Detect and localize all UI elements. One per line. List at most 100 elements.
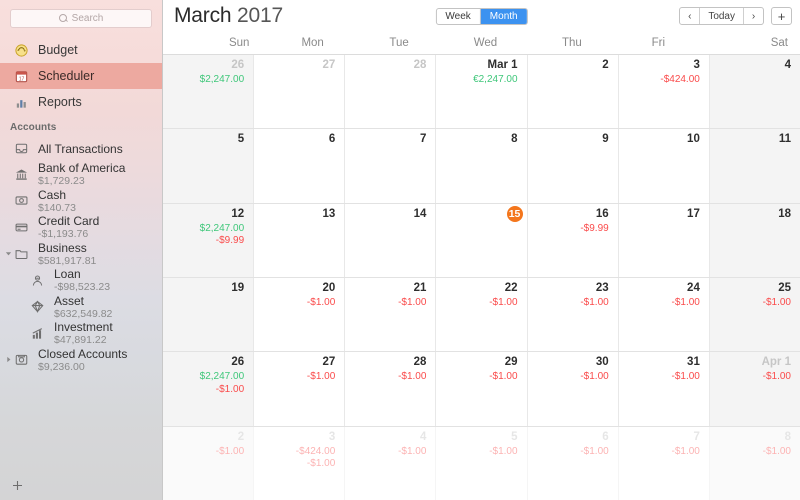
calendar-day-cell[interactable]: 18: [709, 203, 800, 277]
calendar-day-cell[interactable]: 7 -$1.00: [618, 426, 710, 500]
diamond-icon: [31, 300, 44, 314]
calendar-day-cell[interactable]: 14: [345, 203, 437, 277]
amount-entry[interactable]: -$1.00: [440, 371, 517, 384]
calendar-day-cell[interactable]: 9: [527, 129, 619, 203]
add-account-button[interactable]: [9, 477, 25, 493]
amount-entry[interactable]: -$1.00: [167, 446, 244, 459]
today-button[interactable]: Today: [699, 8, 744, 24]
amount-entry[interactable]: -$1.00: [349, 297, 426, 310]
calendar-day-cell[interactable]: 27: [254, 55, 346, 129]
amount-entry[interactable]: -$1.00: [532, 446, 608, 459]
calendar-day-cell[interactable]: 12 $2,247.00 -$9.99: [163, 203, 255, 277]
calendar-day-cell[interactable]: 3 -$424.00 -$1.00: [254, 426, 346, 500]
calendar-day-cell[interactable]: 30 -$1.00: [527, 352, 619, 426]
calendar-day-cell[interactable]: 26 $2,247.00: [163, 55, 255, 129]
amount-entry[interactable]: $2,247.00: [167, 371, 245, 384]
view-mode-segmented-control[interactable]: Week Month: [435, 8, 528, 25]
amount-entry[interactable]: -$1.00: [714, 371, 791, 384]
amount-entry[interactable]: -$9.99: [532, 223, 608, 236]
amount-entry[interactable]: -$1.00: [532, 297, 608, 310]
account-item[interactable]: Cash $140.73: [0, 188, 162, 215]
calendar-day-cell[interactable]: 5: [163, 129, 255, 203]
amount-entry[interactable]: -$1.00: [714, 297, 791, 310]
account-item[interactable]: Closed Accounts $9,236.00: [0, 347, 162, 374]
calendar-day-cell[interactable]: 150: [436, 203, 528, 277]
calendar-day-cell[interactable]: 29 -$1.00: [436, 352, 528, 426]
calendar-day-cell[interactable]: 23 -$1.00: [527, 277, 619, 352]
date-navigation-group[interactable]: ‹ Today ›: [679, 7, 764, 25]
day-amounts: -$1.00: [714, 446, 793, 459]
calendar-day-cell[interactable]: 4: [709, 55, 800, 129]
amount-entry[interactable]: -$1.00: [258, 371, 335, 384]
amount-entry[interactable]: -$424.00: [258, 446, 335, 459]
calendar-day-cell[interactable]: 24 -$1.00: [618, 277, 710, 352]
amount-entry[interactable]: $2,247.00: [167, 223, 245, 236]
amount-entry[interactable]: -$1.00: [440, 446, 517, 459]
account-item[interactable]: Loan -$98,523.23: [0, 267, 162, 294]
sidebar-item-budget[interactable]: Budget: [0, 37, 162, 63]
calendar-day-cell[interactable]: 22 -$1.00: [436, 277, 528, 352]
calendar-day-cell[interactable]: 26 $2,247.00 -$1.00: [163, 352, 255, 426]
calendar-day-cell[interactable]: Apr 1 -$1.00: [709, 352, 800, 426]
calendar-day-cell[interactable]: 16 -$9.99: [527, 203, 619, 277]
amount-entry[interactable]: -$1.00: [349, 446, 426, 459]
amount-entry[interactable]: -$1.00: [258, 297, 335, 310]
calendar-day-cell[interactable]: Mar 1 €2,247.00: [436, 55, 528, 129]
app-window: Search Budget 17 Scheduler Reports Accounts…: [0, 0, 800, 500]
amount-entry[interactable]: $2,247.00: [167, 74, 245, 87]
amount-entry[interactable]: -$424.00: [623, 74, 699, 87]
amount-entry[interactable]: -$1.00: [714, 446, 791, 459]
calendar-day-cell[interactable]: 21 -$1.00: [345, 277, 437, 352]
day-number: 3: [328, 430, 336, 443]
calendar-day-cell[interactable]: 2 -$1.00: [163, 426, 255, 500]
calendar-day-cell[interactable]: 5 -$1.00: [436, 426, 528, 500]
calendar-day-cell[interactable]: 27 -$1.00: [254, 352, 346, 426]
calendar-day-cell[interactable]: 11: [709, 129, 800, 203]
amount-entry[interactable]: -$9.99: [167, 235, 244, 248]
account-item[interactable]: Business $581,917.81: [0, 241, 162, 268]
amount-entry[interactable]: -$1.00: [349, 371, 426, 384]
calendar-day-cell[interactable]: 3 -$424.00: [618, 55, 710, 129]
calendar-day-cell[interactable]: 25 -$1.00: [709, 277, 800, 352]
calendar-day-cell[interactable]: 6: [254, 129, 346, 203]
title-month: March: [174, 3, 232, 27]
calendar-day-cell[interactable]: 7: [345, 129, 437, 203]
calendar-day-cell[interactable]: 17: [618, 203, 710, 277]
next-month-button[interactable]: ›: [744, 8, 763, 24]
amount-entry[interactable]: -$1.00: [532, 371, 608, 384]
sidebar-item-scheduler[interactable]: 17 Scheduler: [0, 63, 162, 89]
account-item[interactable]: Investment $47,891.22: [0, 320, 162, 347]
calendar-day-cell[interactable]: 19: [163, 277, 255, 352]
calendar-day-cell[interactable]: 28 -$1.00: [345, 352, 437, 426]
account-item[interactable]: All Transactions: [0, 136, 162, 161]
amount-entry[interactable]: -$1.00: [623, 297, 699, 310]
amount-entry[interactable]: -$1.00: [440, 297, 517, 310]
sidebar-item-reports[interactable]: Reports: [0, 89, 162, 115]
calendar-day-cell[interactable]: 8 -$1.00: [709, 426, 800, 500]
search-input[interactable]: Search: [10, 9, 152, 28]
amount-entry[interactable]: -$1.00: [623, 371, 699, 384]
add-transaction-button[interactable]: +: [771, 7, 792, 25]
previous-month-button[interactable]: ‹: [680, 8, 699, 24]
account-item[interactable]: Asset $632,549.82: [0, 294, 162, 321]
amount-entry[interactable]: -$1.00: [167, 384, 244, 397]
tab-month[interactable]: Month: [480, 9, 527, 24]
tab-week[interactable]: Week: [436, 9, 479, 24]
disclosure-triangle-icon[interactable]: [4, 356, 12, 364]
amount-entry[interactable]: -$1.00: [623, 446, 699, 459]
amount-entry[interactable]: €2,247.00: [440, 74, 518, 87]
calendar-day-cell[interactable]: 6 -$1.00: [527, 426, 619, 500]
calendar-day-cell[interactable]: 28: [345, 55, 437, 129]
calendar-day-cell[interactable]: 20 -$1.00: [254, 277, 346, 352]
calendar-day-cell[interactable]: 4 -$1.00: [345, 426, 437, 500]
calendar-day-cell[interactable]: 13: [254, 203, 346, 277]
account-item[interactable]: Bank of America $1,729.23: [0, 161, 162, 188]
calendar-day-cell[interactable]: 31 -$1.00: [618, 352, 710, 426]
calendar-day-cell[interactable]: 10: [618, 129, 710, 203]
calendar-day-cell[interactable]: 8: [436, 129, 528, 203]
amount-entry[interactable]: -$1.00: [258, 458, 335, 471]
disclosure-triangle-icon[interactable]: [4, 250, 12, 258]
account-item[interactable]: Credit Card -$1,193.76: [0, 214, 162, 241]
accounts-list: All Transactions Bank of America $1,729.23…: [0, 136, 162, 373]
calendar-day-cell[interactable]: 2: [527, 55, 619, 129]
